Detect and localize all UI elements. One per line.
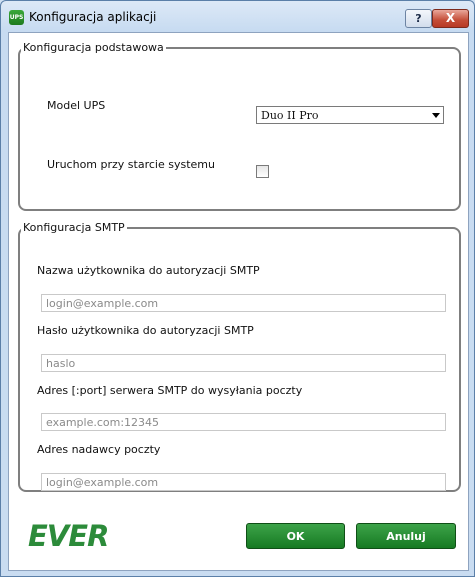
ups-model-value: Duo II Pro <box>261 109 319 122</box>
sender-address-label: Adres nadawcy poczty <box>37 443 161 456</box>
basic-config-group: Konfiguracja podstawowa Model UPS Duo II… <box>18 41 461 211</box>
smtp-config-group: Konfiguracja SMTP Nazwa użytkownika do a… <box>18 221 461 492</box>
ups-model-label: Model UPS <box>47 99 106 112</box>
close-button[interactable]: X <box>432 9 469 28</box>
window-title: Konfiguracja aplikacji <box>29 10 157 24</box>
startup-checkbox[interactable] <box>256 165 269 178</box>
smtp-user-input[interactable] <box>41 294 446 312</box>
smtp-config-legend: Konfiguracja SMTP <box>23 221 125 234</box>
sender-address-input[interactable] <box>41 473 446 491</box>
title-bar[interactable]: UPS Konfiguracja aplikacji ? X <box>1 1 474 33</box>
startup-label: Uruchom przy starcie systemu <box>47 158 215 171</box>
cancel-button[interactable]: Anuluj <box>356 523 456 549</box>
ok-button[interactable]: OK <box>246 523 345 549</box>
ups-app-icon: UPS <box>9 10 24 25</box>
smtp-password-input[interactable] <box>41 354 446 372</box>
smtp-user-label: Nazwa użytkownika do autoryzacji SMTP <box>37 264 260 277</box>
app-window: UPS Konfiguracja aplikacji ? X Konfigura… <box>0 0 475 577</box>
smtp-server-input[interactable] <box>41 413 446 431</box>
basic-config-legend: Konfiguracja podstawowa <box>23 41 164 54</box>
ups-model-select[interactable]: Duo II Pro <box>256 106 444 124</box>
dialog-content: Konfiguracja podstawowa Model UPS Duo II… <box>8 32 469 571</box>
chevron-down-icon <box>432 113 440 118</box>
smtp-server-label: Adres [:port] serwera SMTP do wysyłania … <box>37 384 303 397</box>
help-button[interactable]: ? <box>405 9 432 28</box>
ever-logo: EVER <box>28 519 109 553</box>
smtp-password-label: Hasło użytkownika do autoryzacji SMTP <box>37 324 254 337</box>
